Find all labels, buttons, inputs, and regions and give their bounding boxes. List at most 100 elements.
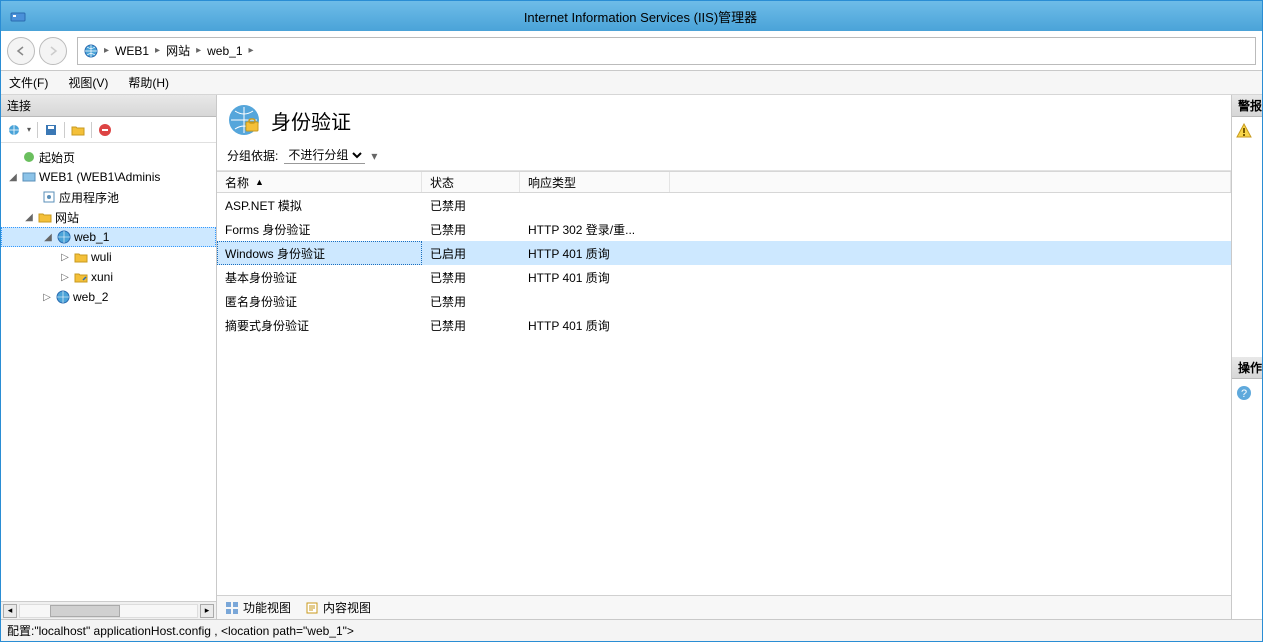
- cell-state: 已禁用: [422, 289, 520, 313]
- cell-name: Forms 身份验证: [217, 217, 422, 241]
- alerts-body: [1232, 117, 1262, 357]
- group-bar: 分组依据: 不进行分组 ▾: [217, 143, 1231, 171]
- menu-view[interactable]: 视图(V): [68, 74, 108, 91]
- auth-row[interactable]: 匿名身份验证已禁用: [217, 289, 1231, 313]
- tree-label: wuli: [91, 250, 112, 264]
- content-icon: [305, 601, 319, 615]
- auth-row[interactable]: Forms 身份验证已禁用HTTP 302 登录/重...: [217, 217, 1231, 241]
- page-header: 身份验证: [217, 95, 1231, 143]
- right-panel: 警报 操作 ?: [1232, 95, 1262, 619]
- cell-state: 已启用: [422, 241, 520, 265]
- group-options-icon[interactable]: ▾: [371, 149, 377, 163]
- tree-label: WEB1 (WEB1\Adminis: [39, 170, 160, 184]
- alerts-header: 警报: [1232, 95, 1262, 117]
- crumb-sites[interactable]: 网站: [166, 42, 190, 59]
- folder-icon[interactable]: [69, 121, 87, 139]
- grid-body[interactable]: ASP.NET 模拟已禁用Forms 身份验证已禁用HTTP 302 登录/重.…: [217, 193, 1231, 595]
- grid-header: 名称▲ 状态 响应类型: [217, 171, 1231, 193]
- expand-icon[interactable]: ▷: [41, 292, 53, 303]
- connect-icon[interactable]: [5, 121, 23, 139]
- expand-icon[interactable]: ▷: [59, 252, 71, 263]
- cell-name: 基本身份验证: [217, 265, 422, 289]
- crumb-site[interactable]: web_1: [207, 44, 242, 58]
- view-tabs: 功能视图 内容视图: [217, 595, 1231, 619]
- tree-folder-wuli[interactable]: ▷ wuli: [1, 247, 216, 267]
- crumb-server[interactable]: WEB1: [115, 44, 149, 58]
- menu-help[interactable]: 帮助(H): [128, 74, 169, 91]
- stop-icon[interactable]: [96, 121, 114, 139]
- chevron-right-icon: ▸: [104, 45, 109, 56]
- tree-app-pools[interactable]: 应用程序池: [1, 187, 216, 207]
- cell-state: 已禁用: [422, 313, 520, 337]
- cell-name: 摘要式身份验证: [217, 313, 422, 337]
- cell-state: 已禁用: [422, 217, 520, 241]
- col-name[interactable]: 名称▲: [217, 172, 422, 192]
- collapse-icon[interactable]: ◢: [7, 172, 19, 183]
- nav-band: ▸ WEB1 ▸ 网站 ▸ web_1 ▸: [1, 31, 1262, 71]
- expand-icon[interactable]: ▷: [59, 272, 71, 283]
- scroll-right-icon[interactable]: ▸: [200, 604, 214, 618]
- tree-start-page[interactable]: 起始页: [1, 147, 216, 167]
- sort-asc-icon: ▲: [255, 177, 264, 187]
- cell-name: Windows 身份验证: [217, 241, 422, 265]
- col-resp[interactable]: 响应类型: [520, 172, 670, 192]
- tree-label: 起始页: [39, 149, 75, 166]
- cell-resp: HTTP 302 登录/重...: [520, 217, 670, 241]
- menu-file[interactable]: 文件(F): [9, 74, 48, 91]
- server-icon: [21, 169, 37, 185]
- tree-sites[interactable]: ◢ 网站: [1, 207, 216, 227]
- auth-row[interactable]: ASP.NET 模拟已禁用: [217, 193, 1231, 217]
- save-icon[interactable]: [42, 121, 60, 139]
- back-button[interactable]: [7, 37, 35, 65]
- group-select[interactable]: 不进行分组: [284, 147, 365, 164]
- page-title: 身份验证: [271, 106, 351, 135]
- scroll-track[interactable]: [19, 604, 198, 618]
- connections-toolbar: ▾: [1, 117, 216, 143]
- scroll-left-icon[interactable]: ◂: [3, 604, 17, 618]
- col-spacer: [670, 172, 1231, 192]
- tree-folder-xuni[interactable]: ▷ xuni: [1, 267, 216, 287]
- tree-hscrollbar[interactable]: ◂ ▸: [1, 601, 216, 619]
- home-icon: [21, 149, 37, 165]
- tab-features[interactable]: 功能视图: [225, 599, 291, 616]
- connections-tree[interactable]: 起始页 ◢ WEB1 (WEB1\Adminis 应用程序池 ◢ 网站: [1, 143, 216, 601]
- separator: [91, 122, 92, 138]
- globe-icon: [84, 44, 98, 58]
- iis-icon: [9, 8, 27, 24]
- breadcrumb[interactable]: ▸ WEB1 ▸ 网站 ▸ web_1 ▸: [77, 37, 1256, 65]
- status-text: 配置:"localhost" applicationHost.config , …: [7, 622, 354, 639]
- cell-resp: HTTP 401 质询: [520, 265, 670, 289]
- dropdown-icon[interactable]: ▾: [25, 121, 33, 139]
- window-title: Internet Information Services (IIS)管理器: [27, 7, 1254, 26]
- features-icon: [225, 601, 239, 615]
- auth-row[interactable]: 摘要式身份验证已禁用HTTP 401 质询: [217, 313, 1231, 337]
- connections-panel: 连接 ▾ 起始页 ◢ WEB1 (W: [1, 95, 217, 619]
- svg-text:?: ?: [1241, 388, 1247, 400]
- collapse-icon[interactable]: ◢: [42, 232, 54, 243]
- tab-content[interactable]: 内容视图: [305, 599, 371, 616]
- auth-row[interactable]: Windows 身份验证已启用HTTP 401 质询: [217, 241, 1231, 265]
- col-state[interactable]: 状态: [422, 172, 520, 192]
- folder-icon: [73, 249, 89, 265]
- authentication-icon: [227, 103, 261, 137]
- cell-resp: HTTP 401 质询: [520, 313, 670, 337]
- cell-state: 已禁用: [422, 193, 520, 217]
- titlebar: Internet Information Services (IIS)管理器: [1, 1, 1262, 31]
- tab-label: 功能视图: [243, 599, 291, 616]
- vdir-icon: [73, 269, 89, 285]
- collapse-icon[interactable]: ◢: [23, 212, 35, 223]
- help-icon[interactable]: ?: [1234, 383, 1254, 403]
- tree-site-web1[interactable]: ◢ web_1: [1, 227, 216, 247]
- chevron-right-icon: ▸: [196, 45, 201, 56]
- forward-button[interactable]: [39, 37, 67, 65]
- apppool-icon: [41, 189, 57, 205]
- content-panel: 身份验证 分组依据: 不进行分组 ▾ 名称▲ 状态 响应类型 ASP.NET 模…: [217, 95, 1232, 619]
- folder-icon: [37, 209, 53, 225]
- auth-row[interactable]: 基本身份验证已禁用HTTP 401 质询: [217, 265, 1231, 289]
- scroll-thumb[interactable]: [50, 605, 120, 617]
- tree-server[interactable]: ◢ WEB1 (WEB1\Adminis: [1, 167, 216, 187]
- cell-resp: [520, 193, 670, 217]
- tree-site-web2[interactable]: ▷ web_2: [1, 287, 216, 307]
- tree-label: web_1: [74, 230, 109, 244]
- chevron-right-icon: ▸: [155, 45, 160, 56]
